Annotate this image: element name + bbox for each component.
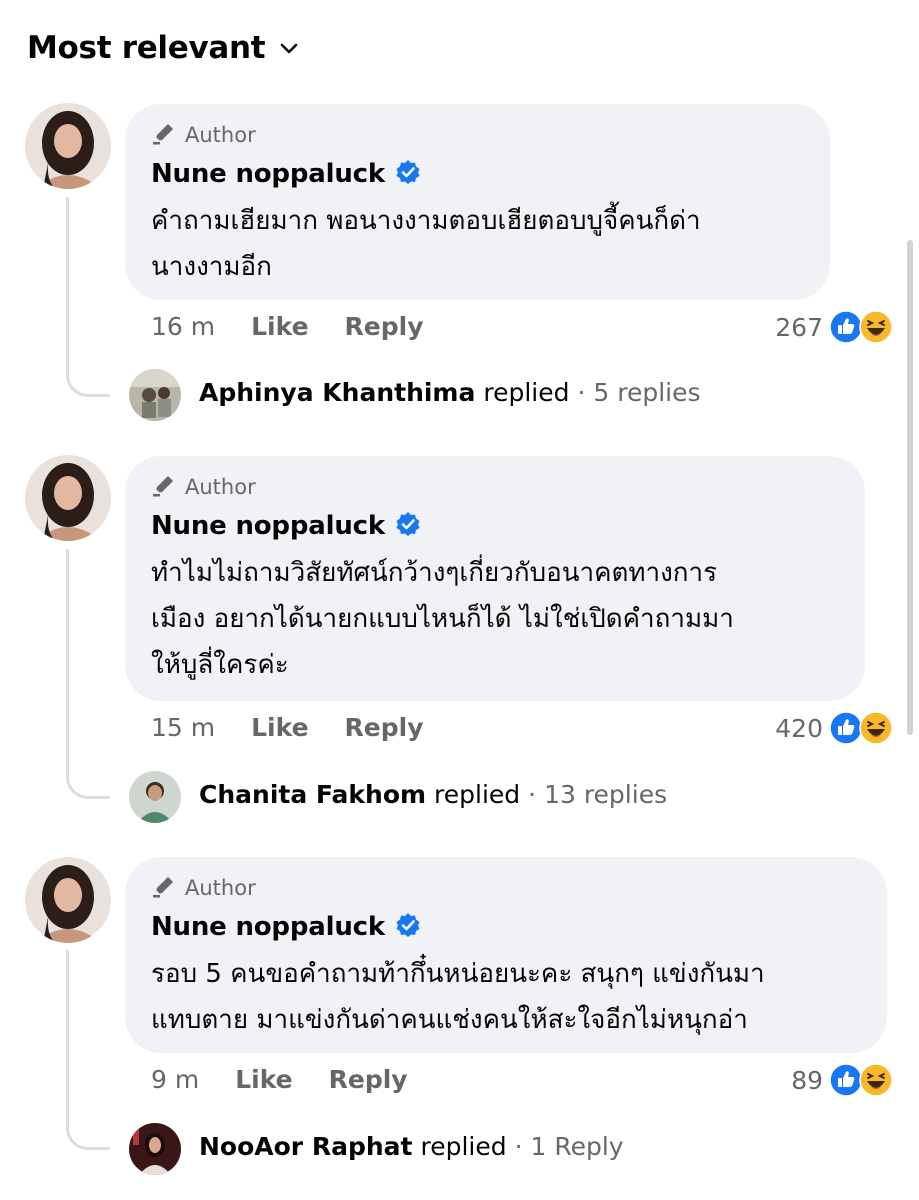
- comment-time[interactable]: 15 m: [151, 713, 215, 742]
- haha-reaction-icon: [859, 1063, 893, 1097]
- comment-time[interactable]: 16 m: [151, 312, 215, 341]
- reaction-summary[interactable]: 420: [775, 711, 893, 745]
- pen-icon: [151, 873, 177, 904]
- view-replies-link[interactable]: Chanita Fakhom replied · 13 replies: [199, 780, 667, 809]
- reply-avatar[interactable]: [129, 369, 181, 421]
- reply-verb: replied: [434, 780, 521, 809]
- author-badge: Author: [151, 873, 861, 903]
- sort-label: Most relevant: [27, 30, 266, 66]
- reply-count: · 5 replies: [577, 378, 701, 407]
- reply-button[interactable]: Reply: [329, 1065, 408, 1094]
- reply-count: · 1 Reply: [514, 1132, 624, 1161]
- reaction-summary[interactable]: 267: [775, 310, 893, 344]
- reply-author-name: Chanita Fakhom: [199, 780, 427, 809]
- like-reaction-icon: [829, 1063, 863, 1097]
- reaction-count: 89: [791, 1065, 823, 1095]
- comment-actions: 9 m Like Reply: [151, 1065, 408, 1094]
- like-button[interactable]: Like: [235, 1065, 292, 1094]
- comment-actions: 15 m Like Reply: [151, 713, 424, 742]
- reaction-summary[interactable]: 89: [791, 1063, 893, 1097]
- like-reaction-icon: [829, 711, 863, 745]
- avatar[interactable]: [25, 455, 111, 541]
- reply-author-name: Aphinya Khanthima: [199, 378, 476, 407]
- view-replies-link[interactable]: NooAor Raphat replied · 1 Reply: [199, 1132, 624, 1161]
- commenter-name[interactable]: Nune noppaluck: [151, 511, 385, 541]
- pen-icon: [151, 120, 177, 151]
- reply-verb: replied: [420, 1132, 507, 1161]
- comment-text: คำถามเฮียมาก พอนางงามตอบเฮียตอบบูจี้คนก็…: [151, 206, 701, 282]
- comment-time[interactable]: 9 m: [151, 1065, 199, 1094]
- reply-button[interactable]: Reply: [345, 713, 424, 742]
- verified-badge-icon: [395, 511, 421, 541]
- reply-verb: replied: [483, 378, 570, 407]
- commenter-name[interactable]: Nune noppaluck: [151, 912, 385, 942]
- thread-line: [66, 549, 110, 799]
- verified-badge-icon: [395, 912, 421, 942]
- like-button[interactable]: Like: [251, 713, 308, 742]
- thread-line: [66, 950, 110, 1150]
- author-tag-label: Author: [185, 876, 256, 900]
- reply-author-name: NooAor Raphat: [199, 1132, 413, 1161]
- reply-avatar[interactable]: [129, 1123, 181, 1175]
- comment-bubble: Author Nune noppaluck รอบ 5 คนขอคำถามท้า…: [125, 857, 887, 1053]
- author-badge: Author: [151, 472, 839, 502]
- chevron-down-icon: [279, 41, 299, 60]
- reply-button[interactable]: Reply: [345, 312, 424, 341]
- reply-avatar[interactable]: [129, 771, 181, 823]
- reaction-count: 420: [775, 713, 823, 743]
- commenter-name[interactable]: Nune noppaluck: [151, 159, 385, 189]
- scrollbar[interactable]: [907, 240, 913, 735]
- avatar[interactable]: [25, 857, 111, 943]
- haha-reaction-icon: [859, 310, 893, 344]
- author-tag-label: Author: [185, 123, 256, 147]
- thread-line: [66, 197, 110, 397]
- comment-bubble: Author Nune noppaluck คำถามเฮียมาก พอนาง…: [125, 104, 830, 300]
- like-button[interactable]: Like: [251, 312, 308, 341]
- reaction-count: 267: [775, 312, 823, 342]
- comment-actions: 16 m Like Reply: [151, 312, 424, 341]
- pen-icon: [151, 472, 177, 503]
- comment-text: รอบ 5 คนขอคำถามท้ากึ๋นหน่อยนะคะ สนุกๆ แข…: [151, 959, 765, 1035]
- avatar[interactable]: [25, 103, 111, 189]
- sort-dropdown[interactable]: Most relevant: [27, 30, 299, 66]
- reply-count: · 13 replies: [528, 780, 668, 809]
- author-tag-label: Author: [185, 475, 256, 499]
- view-replies-link[interactable]: Aphinya Khanthima replied · 5 replies: [199, 378, 701, 407]
- haha-reaction-icon: [859, 711, 893, 745]
- comment-text: ทำไมไม่ถามวิสัยทัศน์กว้างๆเกี่ยวกับอนาคต…: [151, 558, 734, 680]
- like-reaction-icon: [829, 310, 863, 344]
- verified-badge-icon: [395, 159, 421, 189]
- comment-bubble: Author Nune noppaluck ทำไมไม่ถามวิสัยทัศ…: [125, 456, 865, 701]
- author-badge: Author: [151, 120, 804, 150]
